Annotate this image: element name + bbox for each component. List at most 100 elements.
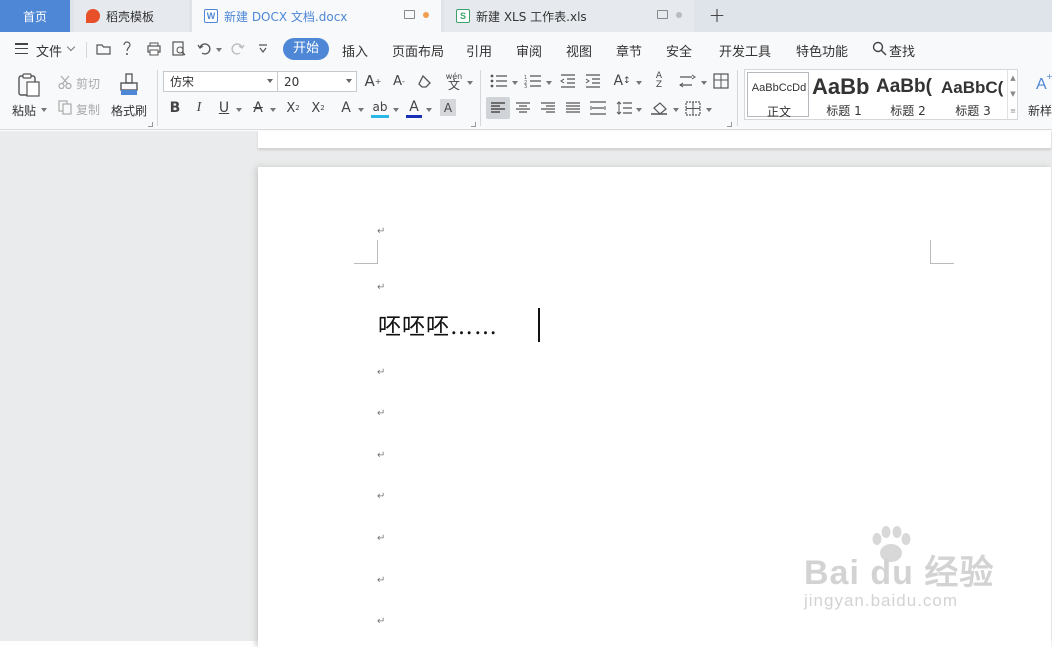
line-spacing-icon[interactable]	[616, 101, 632, 115]
style-heading-1[interactable]: AaBb 标题 1	[812, 72, 876, 117]
numbered-list-icon[interactable]: 123	[524, 74, 542, 88]
subscript-icon[interactable]: X2	[308, 98, 328, 118]
grow-font-icon[interactable]: A +	[363, 71, 383, 91]
file-menu-chevron-icon[interactable]	[66, 42, 76, 52]
shrink-font-icon[interactable]: A-	[389, 71, 409, 91]
paste-dropdown-icon[interactable]	[41, 108, 47, 112]
tab-developer[interactable]: 开发工具	[719, 41, 771, 60]
new-style-icon[interactable]: A +	[1034, 71, 1052, 93]
tab-daoke-templates[interactable]: 稻壳模板	[74, 0, 189, 32]
highlight-color-icon[interactable]: ab	[371, 98, 389, 118]
borders-dropdown-icon[interactable]	[706, 108, 712, 112]
spacing-icon[interactable]	[679, 74, 697, 88]
borders-icon[interactable]	[685, 101, 701, 116]
shading-bucket-icon[interactable]	[651, 101, 669, 116]
float-window-icon[interactable]	[657, 10, 668, 19]
align-right-icon[interactable]	[541, 102, 555, 114]
pinyin-guide-icon[interactable]: wén 文	[444, 70, 464, 92]
close-dot-icon[interactable]	[676, 11, 682, 18]
table-border-icon[interactable]	[713, 73, 729, 89]
font-color-icon[interactable]: A	[406, 98, 422, 118]
tab-home[interactable]: 首页	[0, 0, 70, 32]
font-color-dropdown-icon[interactable]	[426, 108, 432, 112]
text-direction-dropdown-icon[interactable]	[636, 81, 642, 85]
tab-view[interactable]: 视图	[566, 41, 592, 60]
tab-security[interactable]: 安全	[666, 41, 692, 60]
style-heading-2[interactable]: AaBb( 标题 2	[876, 72, 940, 117]
hamburger-icon[interactable]	[15, 43, 28, 54]
new-style-label[interactable]: 新样	[1028, 102, 1052, 119]
cloud-save-icon[interactable]	[121, 41, 135, 57]
style-normal[interactable]: AaBbCcDd 正文	[747, 72, 809, 119]
open-folder-icon[interactable]	[96, 41, 112, 57]
paragraph-launcher-icon[interactable]	[727, 122, 732, 127]
cut-icon[interactable]	[58, 75, 72, 89]
file-menu[interactable]: 文件	[36, 41, 62, 60]
underline-dropdown-icon[interactable]	[236, 108, 242, 112]
underline-icon[interactable]: U	[215, 98, 233, 118]
format-painter-icon[interactable]	[118, 72, 140, 98]
text-effect-dropdown-icon[interactable]	[358, 108, 364, 112]
clipboard-launcher-icon[interactable]	[148, 122, 153, 127]
quick-access-more-icon[interactable]	[257, 44, 269, 54]
cut-label[interactable]: 剪切	[76, 75, 100, 92]
search-icon[interactable]	[872, 41, 887, 56]
search-label[interactable]: 查找	[889, 41, 915, 60]
spacing-dropdown-icon[interactable]	[701, 81, 707, 85]
character-shading-icon[interactable]: A	[440, 99, 456, 116]
tab-docx-document[interactable]: W 新建 DOCX 文档.docx	[192, 0, 441, 32]
undo-icon[interactable]	[197, 41, 213, 57]
justify-icon[interactable]	[566, 102, 580, 114]
strikethrough-dropdown-icon[interactable]	[270, 108, 276, 112]
print-preview-icon[interactable]	[171, 41, 187, 57]
align-left-button[interactable]	[486, 97, 510, 119]
shading-dropdown-icon[interactable]	[673, 108, 679, 112]
style-heading-3[interactable]: AaBbC( 标题 3	[941, 72, 1005, 117]
print-icon[interactable]	[146, 41, 162, 57]
numbering-dropdown-icon[interactable]	[546, 81, 552, 85]
copy-label[interactable]: 复制	[76, 101, 100, 118]
paste-label[interactable]: 粘贴	[12, 102, 36, 119]
gallery-more-icon[interactable]: ≡	[1010, 107, 1016, 115]
increase-indent-icon[interactable]	[585, 74, 601, 88]
undo-dropdown-icon[interactable]	[216, 48, 222, 52]
copy-icon[interactable]	[58, 100, 72, 115]
bullet-list-icon[interactable]	[490, 74, 508, 88]
format-painter-label[interactable]: 格式刷	[111, 102, 147, 119]
strikethrough-icon[interactable]: A	[249, 98, 267, 118]
tab-page-layout[interactable]: 页面布局	[392, 41, 444, 60]
sort-icon[interactable]: AZ	[650, 70, 668, 92]
tab-start[interactable]: 开始	[283, 38, 330, 60]
scroll-up-icon[interactable]: ▲	[1010, 74, 1015, 82]
tab-chapter[interactable]: 章节	[616, 41, 642, 60]
tab-xls-sheet[interactable]: S 新建 XLS 工作表.xls	[444, 0, 694, 32]
document-text[interactable]: 呸呸呸……	[378, 307, 498, 341]
superscript-icon[interactable]: X2	[283, 98, 303, 118]
line-spacing-dropdown-icon[interactable]	[636, 108, 642, 112]
float-window-icon[interactable]	[404, 10, 415, 19]
new-tab-button[interactable]: +	[706, 3, 728, 27]
unsaved-dot-icon[interactable]	[423, 11, 429, 18]
text-effect-icon[interactable]: A	[337, 98, 355, 118]
styles-scroll[interactable]: ▲ ▼ ≡	[1007, 70, 1018, 119]
font-name-select[interactable]: 仿宋	[163, 71, 278, 92]
italic-icon[interactable]: I	[190, 98, 208, 118]
font-size-select[interactable]: 20	[277, 71, 357, 92]
bullet-dropdown-icon[interactable]	[512, 81, 518, 85]
tab-special-features[interactable]: 特色功能	[796, 41, 848, 60]
highlight-dropdown-icon[interactable]	[393, 108, 399, 112]
paste-icon[interactable]	[16, 72, 42, 98]
font-launcher-icon[interactable]	[471, 122, 476, 127]
pinyin-dropdown-icon[interactable]	[467, 81, 473, 85]
decrease-indent-icon[interactable]	[560, 74, 576, 88]
tab-review[interactable]: 审阅	[516, 41, 542, 60]
tab-references[interactable]: 引用	[466, 41, 492, 60]
text-direction-icon[interactable]: A ↕	[612, 71, 632, 91]
align-center-icon[interactable]	[516, 102, 530, 114]
bold-icon[interactable]: B	[166, 98, 184, 118]
tab-insert[interactable]: 插入	[342, 41, 368, 60]
distributed-align-icon[interactable]	[590, 101, 606, 115]
redo-icon[interactable]	[229, 41, 245, 57]
scroll-down-icon[interactable]: ▼	[1010, 90, 1015, 98]
clear-format-eraser-icon[interactable]	[417, 74, 433, 88]
